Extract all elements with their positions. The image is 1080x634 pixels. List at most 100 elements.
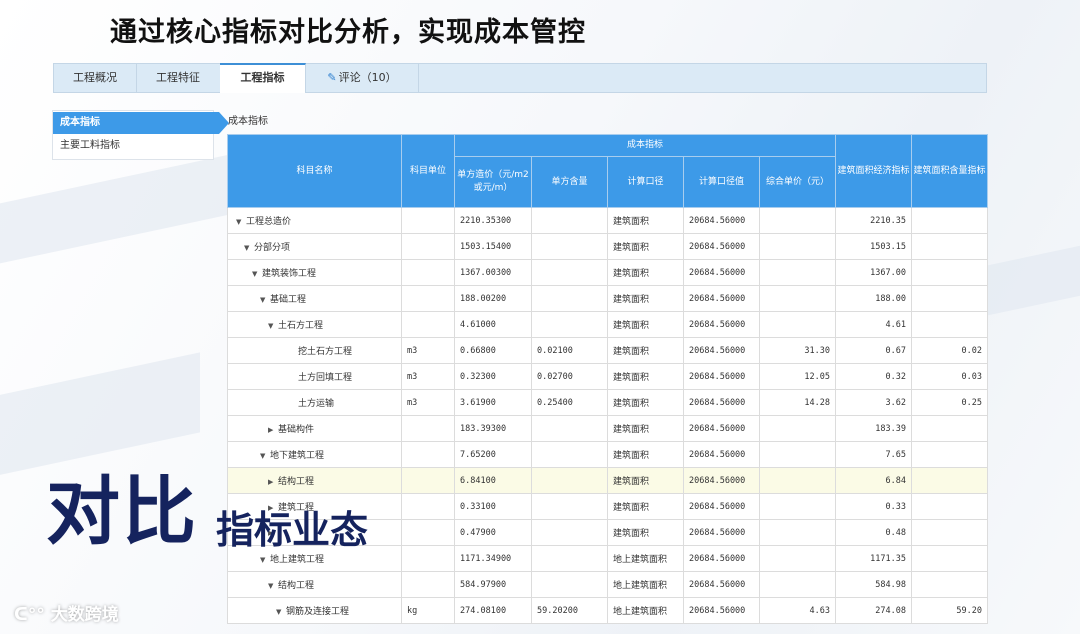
cell-item-name: ▼ 建筑装饰工程 xyxy=(227,259,402,286)
table-row[interactable]: ▼ 建筑装饰工程 1367.00300 建筑面积 20684.56000 1367.00 xyxy=(227,259,988,286)
cell-unit xyxy=(401,467,455,494)
cell-unit-cost: 1503.15400 xyxy=(454,233,532,260)
cell-area-qty xyxy=(911,285,988,312)
cell-unit-cost: 0.66800 xyxy=(454,337,532,364)
cell-area-qty xyxy=(911,259,988,286)
brand-watermark: ᑕ°° 大数跨境 xyxy=(14,600,119,625)
cell-calc-value: 20684.56000 xyxy=(683,545,760,572)
cell-unit-qty: 0.25400 xyxy=(531,389,608,416)
item-name-text: 地下建筑工程 xyxy=(270,451,325,461)
cell-area-econ: 0.33 xyxy=(835,493,912,520)
cell-comp-price: 14.28 xyxy=(759,389,836,416)
cell-unit: kg xyxy=(401,597,455,624)
cell-unit xyxy=(401,259,455,286)
cell-item-name: 土方运输 xyxy=(227,389,402,416)
expand-triangle-icon[interactable]: ▼ xyxy=(260,452,270,460)
tab-project-features[interactable]: 工程特征 xyxy=(136,64,221,92)
cell-item-name: ▼ 地下建筑工程 xyxy=(227,441,402,468)
cell-calc-basis: 建筑面积 xyxy=(607,337,684,364)
header-comp-price: 综合单价（元） xyxy=(759,156,836,208)
cell-item-name: 挖土石方工程 xyxy=(227,337,402,364)
brand-logo-icon: ᑕ°° xyxy=(14,605,51,625)
cell-unit-qty xyxy=(531,233,608,260)
tab-project-indicators[interactable]: 工程指标 xyxy=(220,63,306,93)
tab-comments[interactable]: ✎ 评论（10） xyxy=(306,64,419,92)
cell-unit-qty xyxy=(531,571,608,598)
cell-comp-price xyxy=(759,441,836,468)
cell-unit-cost: 274.08100 xyxy=(454,597,532,624)
cell-unit xyxy=(401,545,455,572)
cell-unit-qty xyxy=(531,519,608,546)
expand-triangle-icon[interactable]: ▼ xyxy=(252,270,262,278)
cell-comp-price xyxy=(759,415,836,442)
background-stripe xyxy=(0,352,200,488)
table-row[interactable]: ▼ 钢筋及连接工程 kg 274.08100 59.20200 地上建筑面积 20684.5… xyxy=(227,597,988,624)
cell-unit-qty xyxy=(531,415,608,442)
table-row[interactable]: ▼ 土石方工程 4.61000 建筑面积 20684.56000 4.61 xyxy=(227,311,988,338)
cell-area-econ: 3.62 xyxy=(835,389,912,416)
expand-triangle-icon[interactable]: ▼ xyxy=(268,322,278,330)
cell-area-qty xyxy=(911,493,988,520)
cell-unit-cost: 0.47900 xyxy=(454,519,532,546)
cell-unit-qty xyxy=(531,259,608,286)
expand-triangle-icon[interactable]: ▼ xyxy=(268,582,278,590)
left-nav-item-cost-indicators[interactable]: 成本指标 xyxy=(53,112,229,134)
cell-unit xyxy=(401,519,455,546)
table-row[interactable]: 挖土石方工程 m3 0.66800 0.02100 建筑面积 20684.56000 31.… xyxy=(227,337,988,364)
cell-calc-basis: 建筑面积 xyxy=(607,363,684,390)
expand-triangle-icon[interactable]: ▼ xyxy=(276,608,286,616)
cell-area-qty: 0.03 xyxy=(911,363,988,390)
table-row[interactable]: ▼ 结构工程 584.97900 地上建筑面积 20684.56000 584.98 xyxy=(227,571,988,598)
cell-unit xyxy=(401,233,455,260)
cell-area-econ: 183.39 xyxy=(835,415,912,442)
table-row[interactable]: ▼ 分部分项 1503.15400 建筑面积 20684.56000 1503.15 xyxy=(227,233,988,260)
cell-comp-price: 12.05 xyxy=(759,363,836,390)
table-row[interactable]: ▶ 结构工程 6.84100 建筑面积 20684.56000 6.84 xyxy=(227,467,988,494)
tab-project-overview[interactable]: 工程概况 xyxy=(54,64,137,92)
cell-calc-basis: 地上建筑面积 xyxy=(607,597,684,624)
cell-unit-cost: 1171.34900 xyxy=(454,545,532,572)
expand-triangle-icon[interactable]: ▼ xyxy=(244,244,254,252)
collapse-triangle-icon[interactable]: ▶ xyxy=(268,478,278,486)
background-stripe xyxy=(980,232,1080,318)
cell-item-name: 土方回填工程 xyxy=(227,363,402,390)
cell-calc-basis: 建筑面积 xyxy=(607,259,684,286)
cell-area-qty: 0.25 xyxy=(911,389,988,416)
expand-triangle-icon[interactable]: ▼ xyxy=(260,296,270,304)
cell-area-qty xyxy=(911,233,988,260)
cell-calc-value: 20684.56000 xyxy=(683,389,760,416)
cell-area-qty xyxy=(911,207,988,234)
overlay-title-big: 对比 xyxy=(46,469,198,555)
cell-calc-basis: 建筑面积 xyxy=(607,519,684,546)
cell-calc-basis: 建筑面积 xyxy=(607,493,684,520)
table-row[interactable]: ▶ 基础构件 183.39300 建筑面积 20684.56000 183.39 xyxy=(227,415,988,442)
cell-calc-value: 20684.56000 xyxy=(683,493,760,520)
cell-area-qty xyxy=(911,441,988,468)
cell-area-econ: 7.65 xyxy=(835,441,912,468)
expand-triangle-icon[interactable]: ▼ xyxy=(236,218,246,226)
cell-calc-value: 20684.56000 xyxy=(683,233,760,260)
table-row[interactable]: 土方运输 m3 3.61900 0.25400 建筑面积 20684.56000 14.28… xyxy=(227,389,988,416)
cell-area-qty: 59.20 xyxy=(911,597,988,624)
item-name-text: 地上建筑工程 xyxy=(270,555,325,565)
cell-calc-value: 20684.56000 xyxy=(683,519,760,546)
table-row[interactable]: 土方回填工程 m3 0.32300 0.02700 建筑面积 20684.56000 12.… xyxy=(227,363,988,390)
table-row[interactable]: ▼ 基础工程 188.00200 建筑面积 20684.56000 188.00 xyxy=(227,285,988,312)
item-name-text: 结构工程 xyxy=(278,477,315,487)
cell-unit-cost: 183.39300 xyxy=(454,415,532,442)
cell-unit: m3 xyxy=(401,389,455,416)
cell-unit-qty xyxy=(531,545,608,572)
cell-area-econ: 6.84 xyxy=(835,467,912,494)
cell-unit-cost: 2210.35300 xyxy=(454,207,532,234)
cell-unit-cost: 584.97900 xyxy=(454,571,532,598)
header-calc-basis: 计算口径 xyxy=(607,156,684,208)
collapse-triangle-icon[interactable]: ▶ xyxy=(268,426,278,434)
cell-item-name: ▼ 土石方工程 xyxy=(227,311,402,338)
table-row[interactable]: ▼ 工程总造价 2210.35300 建筑面积 20684.56000 2210.35 xyxy=(227,207,988,234)
cell-area-qty xyxy=(911,467,988,494)
expand-triangle-icon[interactable]: ▼ xyxy=(260,556,270,564)
header-calc-value: 计算口径值 xyxy=(683,156,760,208)
cell-item-name: ▶ 结构工程 xyxy=(227,467,402,494)
left-nav-item-main-materials[interactable]: 主要工料指标 xyxy=(53,135,213,157)
table-row[interactable]: ▼ 地下建筑工程 7.65200 建筑面积 20684.56000 7.65 xyxy=(227,441,988,468)
